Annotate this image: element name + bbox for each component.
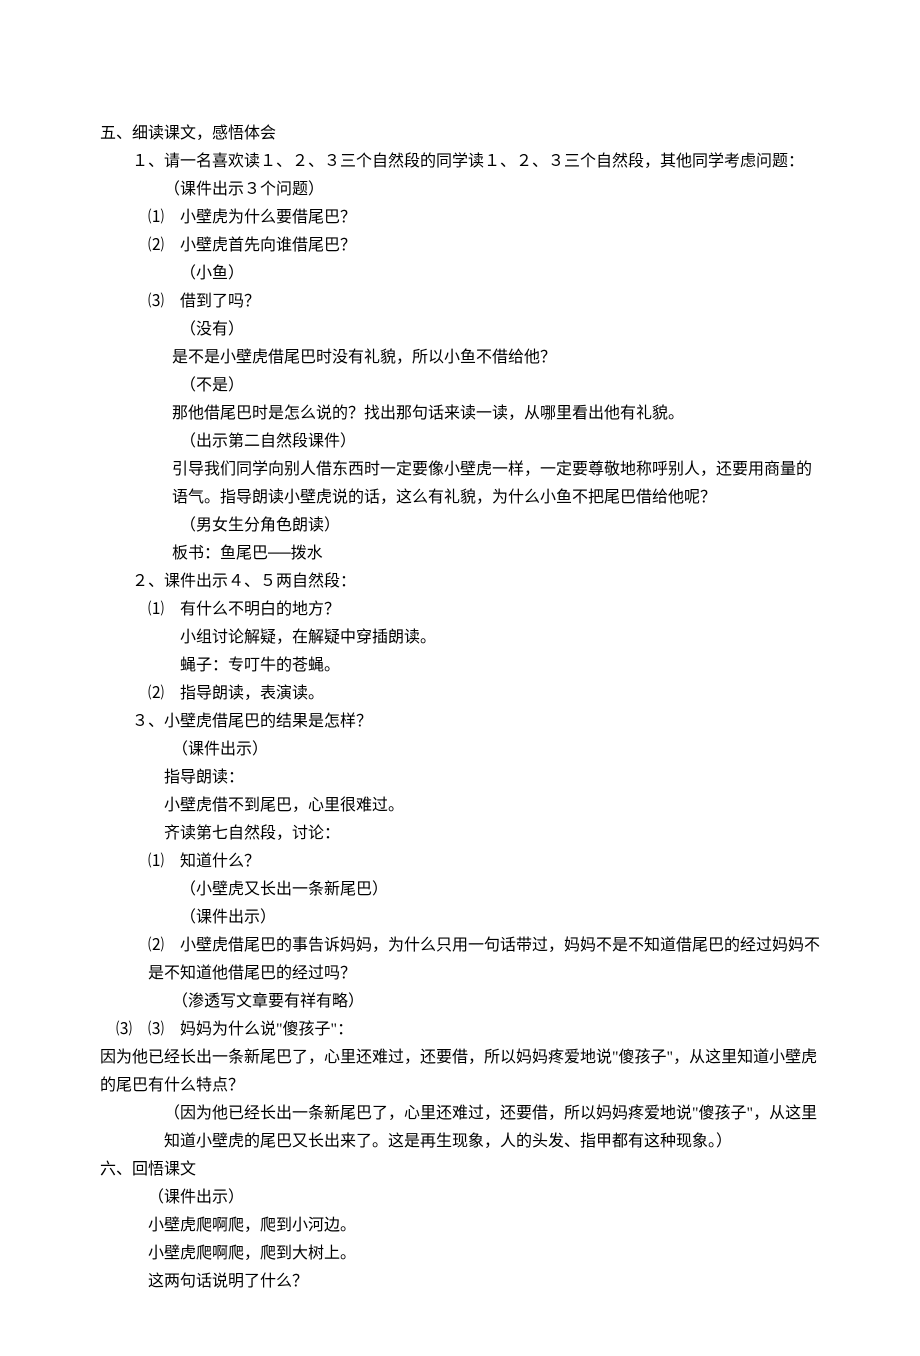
section5-heading: 五、细读课文，感悟体会 xyxy=(100,120,820,148)
section5-p3: ３、小壁虎借尾巴的结果是怎样？ xyxy=(100,708,820,736)
section5-p2q1: ⑴ 有什么不明白的地方？ xyxy=(100,596,820,624)
section6-c: 小壁虎爬啊爬，爬到大树上。 xyxy=(100,1240,820,1268)
section6-d: 这两句话说明了什么？ xyxy=(100,1268,820,1296)
section5-p2q1b: 蝇子：专叮牛的苍蝇。 xyxy=(100,652,820,680)
section5-q3a: （没有） xyxy=(100,316,820,344)
section5-p3q3b: （因为他已经长出一条新尾巴了，心里还难过，还要借，所以妈妈疼爱地说"傻孩子"，从… xyxy=(100,1100,820,1156)
section5-p2q2: ⑵ 指导朗读，表演读。 xyxy=(100,680,820,708)
section5-p3b: 指导朗读： xyxy=(100,764,820,792)
section5-q1: ⑴ 小壁虎为什么要借尾巴？ xyxy=(100,204,820,232)
section5-p3q1: ⑴ 知道什么？ xyxy=(100,848,820,876)
section5-p3q1a: （小壁虎又长出一条新尾巴） xyxy=(100,876,820,904)
section5-q3d: 那他借尾巴时是怎么说的？找出那句话来读一读，从哪里看出他有礼貌。 xyxy=(100,400,820,428)
section5-q3c: （不是） xyxy=(100,372,820,400)
section5-p3q3a: 因为他已经长出一条新尾巴了，心里还难过，还要借，所以妈妈疼爱地说"傻孩子"，从这… xyxy=(100,1044,820,1100)
section5-q3b: 是不是小壁虎借尾巴时没有礼貌，所以小鱼不借给他？ xyxy=(100,344,820,372)
section5-p3q2a: （渗透写文章要有祥有略） xyxy=(100,988,820,1016)
section5-q2: ⑵ 小壁虎首先向谁借尾巴？ xyxy=(100,232,820,260)
section5-p3c: 小壁虎借不到尾巴，心里很难过。 xyxy=(100,792,820,820)
section5-q3e: （出示第二自然段课件） xyxy=(100,428,820,456)
section6-b: 小壁虎爬啊爬，爬到小河边。 xyxy=(100,1212,820,1240)
section5-p3q3-text: ⑶ 妈妈为什么说"傻孩子"： xyxy=(148,1021,353,1038)
section5-p3a: （课件出示） xyxy=(100,736,820,764)
section6-a: （课件出示） xyxy=(100,1184,820,1212)
section5-p1a: （课件出示３个问题） xyxy=(100,176,820,204)
section5-p2q1a: 小组讨论解疑，在解疑中穿插朗读。 xyxy=(100,624,820,652)
section5-p3q2: ⑵ 小壁虎借尾巴的事告诉妈妈，为什么只用一句话带过，妈妈不是不知道借尾巴的经过妈… xyxy=(100,932,820,988)
section5-q3g: （男女生分角色朗读） xyxy=(100,512,820,540)
section5-q3: ⑶ 借到了吗？ xyxy=(100,288,820,316)
section5-q3h: 板书：鱼尾巴──拨水 xyxy=(100,540,820,568)
section5-q2a: （小鱼） xyxy=(100,260,820,288)
section5-p3d: 齐读第七自然段，讨论： xyxy=(100,820,820,848)
section5-p1: １、请一名喜欢读１、２、３三个自然段的同学读１、２、３三个自然段，其他同学考虑问… xyxy=(100,148,820,176)
section5-q3f: 引导我们同学向别人借东西时一定要像小壁虎一样，一定要尊敬地称呼别人，还要用商量的… xyxy=(100,456,820,512)
section6-heading: 六、回悟课文 xyxy=(100,1156,820,1184)
section5-p3q3: ⑶ ⑶ 妈妈为什么说"傻孩子"： xyxy=(100,1016,820,1044)
section5-p2: ２、课件出示４、５两自然段： xyxy=(100,568,820,596)
section5-p3q1b: （课件出示） xyxy=(100,904,820,932)
